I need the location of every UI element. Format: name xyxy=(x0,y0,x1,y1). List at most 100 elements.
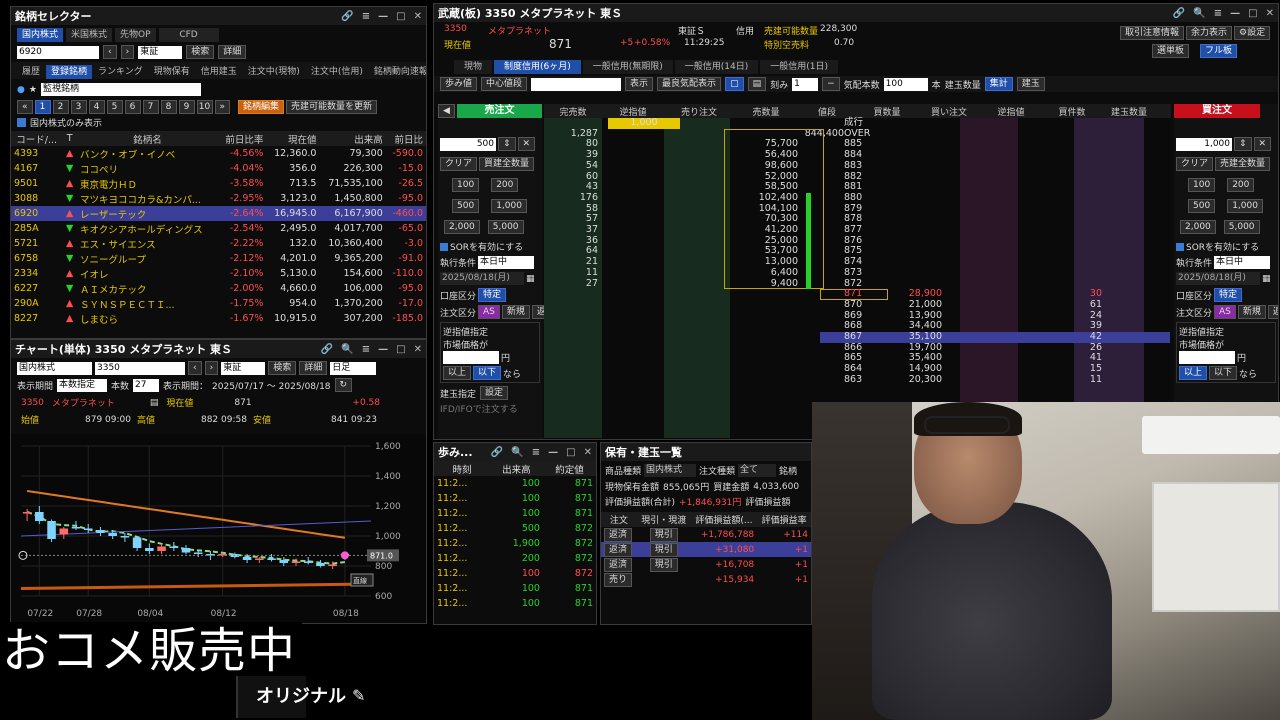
chart-exchange-select[interactable]: 東証 xyxy=(221,361,266,375)
holding-spot-button[interactable]: 現引 xyxy=(649,542,678,557)
col-header-2[interactable]: 銘柄名 xyxy=(77,131,218,146)
table-row[interactable]: 6758 ▼ ソニーグループ -2.12% 4,201.0 9,365,200 -91.0 xyxy=(11,251,426,266)
prod-select[interactable]: 国内株式 xyxy=(644,464,697,477)
candle-body[interactable] xyxy=(255,558,264,561)
table-row[interactable]: 3088 ▼ マツキヨココカラ&カンパ... -2.95% 3,123.0 1,450,8… xyxy=(11,191,426,206)
date-select[interactable]: 2025/08/18(月) xyxy=(440,272,524,285)
code-input[interactable]: 6920 xyxy=(17,45,99,59)
buy-1000-button[interactable]: 1,000 xyxy=(1227,199,1263,213)
selector-tab-2[interactable]: ランキング xyxy=(93,65,148,79)
holding-spot-button[interactable]: 現引 xyxy=(649,557,678,572)
market-tab-futures[interactable]: 先物OP xyxy=(115,28,156,42)
candle-body[interactable] xyxy=(193,552,203,555)
table-row[interactable]: 6227 ▼ ＡＩメカテック -2.00% 4,660.0 106,000 -95.0 xyxy=(11,281,426,296)
center-price-button[interactable]: 中心値段 xyxy=(481,77,528,91)
holding-action-button[interactable]: 返済 xyxy=(604,557,633,572)
link-icon[interactable]: 🔗 xyxy=(491,447,503,458)
calendar-icon[interactable]: ▦ xyxy=(526,274,535,284)
candle-body[interactable] xyxy=(59,528,69,535)
calendar-icon[interactable]: ▦ xyxy=(1262,274,1271,284)
col-header-0[interactable]: コード/... xyxy=(11,131,62,146)
settings-icon[interactable]: ● xyxy=(17,85,25,95)
col-header-4[interactable]: 現在値 xyxy=(266,131,319,146)
sell-5000-button[interactable]: 5,000 xyxy=(487,220,524,234)
sell-all-button[interactable]: 買建全数量 xyxy=(479,157,535,171)
chart-market-select[interactable]: 国内株式 xyxy=(17,361,92,375)
search-icon[interactable]: 🔍 xyxy=(511,447,523,458)
board-tab-3[interactable]: 一般信用(14日) xyxy=(674,60,759,74)
candle-body[interactable] xyxy=(108,533,117,536)
search-icon[interactable]: 🔍 xyxy=(1193,8,1205,19)
buy-5000-button[interactable]: 5,000 xyxy=(1223,220,1260,234)
buy-all-button[interactable]: 売建全数量 xyxy=(1215,157,1271,171)
sell-qty-input[interactable]: 500 xyxy=(440,137,496,151)
close-icon[interactable]: ✕ xyxy=(414,344,422,355)
tate-setting-button[interactable]: 設定 xyxy=(480,386,509,400)
buy-new-button[interactable]: 新規 xyxy=(1237,305,1266,319)
selector-tab-5[interactable]: 注文中(現物) xyxy=(243,65,305,79)
margin-display-button[interactable]: 余力表示 xyxy=(1186,26,1233,40)
full-board-button[interactable]: フル板 xyxy=(1200,44,1238,58)
buy-date-select[interactable]: 2025/08/18(月) xyxy=(1176,272,1260,285)
page-button-6[interactable]: 6 xyxy=(124,100,141,114)
settings-button[interactable]: ⚙設定 xyxy=(1234,26,1271,40)
col-header-3[interactable]: 前日比率 xyxy=(218,131,266,146)
board-tab-4[interactable]: 一般信用(1日) xyxy=(760,60,839,74)
page-next-icon[interactable]: » xyxy=(214,100,231,114)
page-button-8[interactable]: 8 xyxy=(160,100,177,114)
ord-select[interactable]: 全て xyxy=(738,464,777,477)
table-row[interactable]: 8227 ▲ しまむら -1.67% 10,915.0 307,200 -185.0 xyxy=(11,311,426,326)
page-button-2[interactable]: 2 xyxy=(52,100,69,114)
selector-tab-7[interactable]: 銘柄動向速報 xyxy=(369,65,426,79)
selector-tab-3[interactable]: 現物保有 xyxy=(149,65,195,79)
market-tab-us[interactable]: 米国株式 xyxy=(66,28,113,42)
search-icon[interactable]: 🔍 xyxy=(341,344,353,355)
collapse-left-icon[interactable]: ◀ xyxy=(438,104,455,118)
sell-100-button[interactable]: 100 xyxy=(452,178,480,192)
chart-search-button[interactable]: 検索 xyxy=(268,361,297,375)
center-price-input[interactable] xyxy=(531,77,622,91)
sell-clear-button[interactable]: クリア xyxy=(440,157,478,171)
holding-action-button[interactable]: 売り xyxy=(604,572,633,587)
watchlist-select[interactable]: 監視銘柄 xyxy=(40,83,201,96)
ayumi-header-0[interactable]: 時刻 xyxy=(434,461,490,476)
candle-body[interactable] xyxy=(328,564,337,567)
ayumi-button[interactable]: 歩み値 xyxy=(440,77,478,91)
aggregate-button[interactable]: 集計 xyxy=(984,77,1013,91)
exchange-select[interactable]: 東証 xyxy=(138,45,183,59)
table-row[interactable]: 返済 現引 +16,708 +1 xyxy=(601,557,811,572)
tick-select[interactable]: 1 xyxy=(792,77,819,91)
selector-tab-4[interactable]: 信用建玉 xyxy=(196,65,242,79)
minimize-icon[interactable]: — xyxy=(548,447,558,458)
candle-body[interactable] xyxy=(120,536,130,538)
candle-body[interactable] xyxy=(71,527,81,529)
ayumi-header-1[interactable]: 出来高 xyxy=(490,461,543,476)
best-quote-button[interactable]: 最良気配表示 xyxy=(657,77,722,91)
table-row[interactable]: 285A ▼ キオクシアホールディングス -2.54% 2,495.0 4,017,700… xyxy=(11,221,426,236)
buy-as-button[interactable]: AS xyxy=(1214,305,1236,319)
sor-checkbox[interactable] xyxy=(440,242,448,251)
buy-qty-input[interactable]: 1,000 xyxy=(1176,137,1232,151)
minus-icon[interactable]: − xyxy=(822,77,840,91)
chart-period-select[interactable]: 日足 xyxy=(330,361,377,375)
link-icon[interactable]: 🔗 xyxy=(341,11,353,22)
clear-x-icon[interactable]: ✕ xyxy=(517,137,536,151)
detail-button[interactable]: 詳細 xyxy=(218,45,247,59)
new-button[interactable]: 新規 xyxy=(501,305,530,319)
cond-select[interactable]: 本日中 xyxy=(478,256,535,269)
market-tab-cfd[interactable]: CFD xyxy=(158,28,219,42)
clear-x-icon[interactable]: ✕ xyxy=(1253,137,1272,151)
candle-body[interactable] xyxy=(267,558,276,561)
table-row[interactable]: 4393 ▲ バンク・オブ・イノベ -4.56% 12,360.0 79,300 -590.… xyxy=(11,146,426,161)
menu-icon[interactable]: ≡ xyxy=(362,11,370,22)
close-icon[interactable]: ✕ xyxy=(584,447,592,458)
select-board-button[interactable]: 選単板 xyxy=(1152,44,1190,58)
minimize-icon[interactable]: — xyxy=(378,11,388,22)
domestic-only-checkbox[interactable] xyxy=(17,118,26,127)
page-button-9[interactable]: 9 xyxy=(178,100,195,114)
stepper-icon[interactable]: ⇕ xyxy=(498,137,516,151)
prev-arrow-icon[interactable]: ‹ xyxy=(188,361,202,375)
above-button[interactable]: 以上 xyxy=(443,366,472,380)
minimize-icon[interactable]: — xyxy=(1230,8,1240,19)
candle-body[interactable] xyxy=(145,548,154,551)
